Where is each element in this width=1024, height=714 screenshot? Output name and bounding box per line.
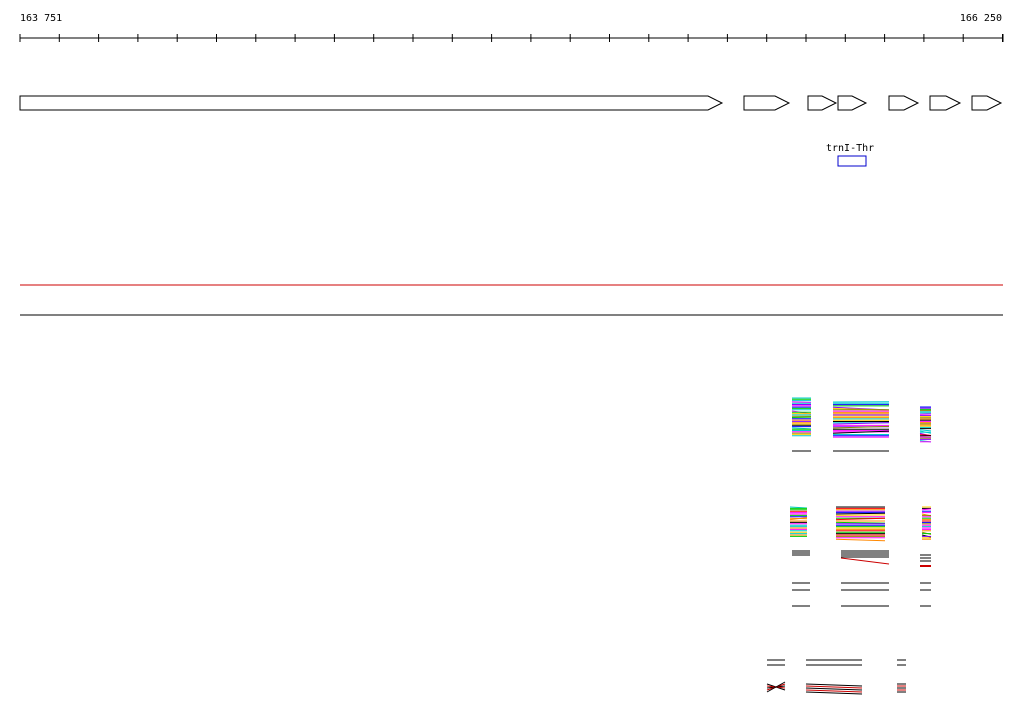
read-line bbox=[835, 512, 886, 515]
gene-arrow bbox=[19, 95, 724, 111]
read-alignments bbox=[766, 397, 932, 695]
genome-browser-canvas bbox=[19, 34, 1004, 695]
read-line bbox=[805, 689, 863, 693]
gene-arrow bbox=[807, 95, 838, 111]
gene-arrow bbox=[743, 95, 791, 111]
read-line bbox=[805, 687, 863, 691]
ruler-axis bbox=[19, 34, 1004, 42]
read-line bbox=[921, 508, 932, 511]
read-line bbox=[805, 691, 863, 695]
gene-track bbox=[19, 95, 1003, 111]
gene-arrow bbox=[837, 95, 868, 111]
read-line bbox=[789, 506, 808, 509]
read-line bbox=[805, 685, 863, 689]
read-line bbox=[840, 557, 890, 565]
feature-track bbox=[837, 155, 867, 167]
read-line bbox=[835, 521, 886, 524]
feature-box-trni-thr bbox=[837, 155, 867, 167]
gene-arrow bbox=[971, 95, 1003, 111]
read-line bbox=[805, 683, 863, 687]
read-line bbox=[766, 681, 786, 693]
read-line bbox=[835, 538, 886, 542]
read-line bbox=[835, 514, 886, 516]
gene-arrow bbox=[929, 95, 962, 111]
read-line bbox=[791, 427, 812, 430]
read-line bbox=[919, 429, 932, 432]
gene-arrow bbox=[888, 95, 920, 111]
read-line bbox=[919, 434, 932, 436]
read-line bbox=[791, 401, 812, 403]
feature-label-trni-thr: trnI-Thr bbox=[826, 143, 875, 154]
